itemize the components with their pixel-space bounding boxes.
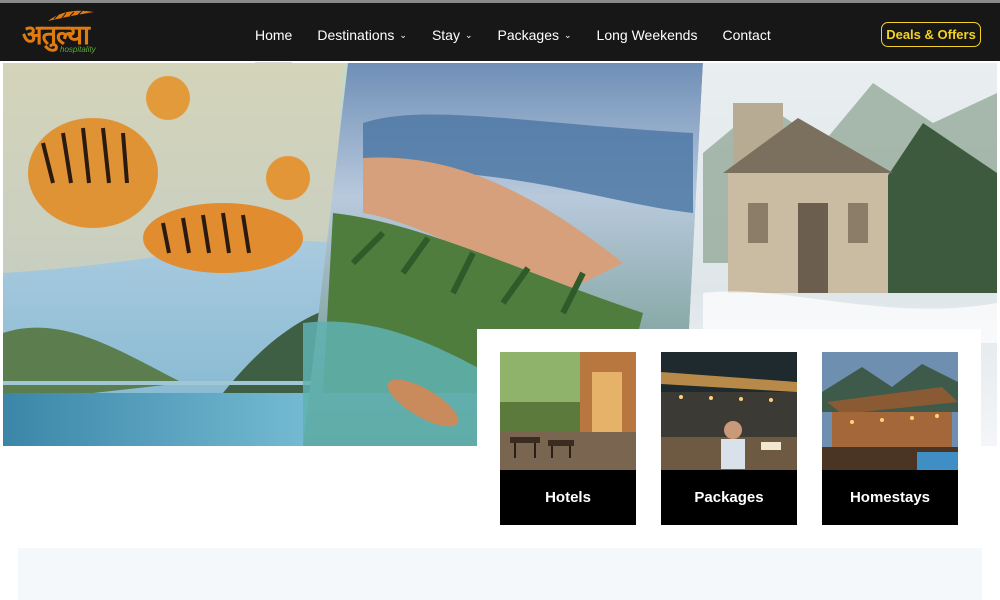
- category-label: Homestays: [822, 470, 958, 525]
- top-navbar: अतुल्या hospitality Home Destinations ⌄ …: [0, 3, 1000, 64]
- category-label: Hotels: [500, 470, 636, 525]
- nav-item-label: Home: [255, 27, 293, 43]
- mountain-homestay-photo: [822, 352, 958, 470]
- category-card-homestays[interactable]: Homestays: [822, 352, 958, 525]
- nav-item-stay[interactable]: Stay ⌄: [432, 6, 473, 64]
- nav-item-long-weekends[interactable]: Long Weekends: [597, 6, 698, 64]
- nav-item-label: Packages: [497, 27, 559, 43]
- nav-item-contact[interactable]: Contact: [722, 6, 770, 64]
- deals-offers-button[interactable]: Deals & Offers: [881, 22, 981, 47]
- chevron-down-icon: ⌄: [564, 29, 572, 40]
- logo-subtext: hospitality: [60, 45, 96, 54]
- tigers-panel: [3, 63, 348, 446]
- chevron-down-icon: ⌄: [399, 29, 407, 40]
- category-card-packages[interactable]: Packages: [661, 352, 797, 525]
- chevron-down-icon: ⌄: [464, 29, 473, 40]
- main-nav: Home Destinations ⌄ Stay ⌄ Packages ⌄ Lo…: [255, 6, 796, 64]
- content-section-background: [18, 548, 982, 600]
- nav-item-destinations[interactable]: Destinations ⌄: [317, 6, 407, 64]
- category-label: Packages: [661, 470, 797, 525]
- dining-deck-photo: [661, 352, 797, 470]
- category-card-hotels[interactable]: Hotels: [500, 352, 636, 525]
- category-cards: Hotels Packages Homestays: [477, 329, 981, 548]
- nav-item-packages[interactable]: Packages ⌄: [498, 6, 572, 64]
- nav-item-label: Destinations: [317, 27, 395, 43]
- hotel-terrace-photo: [500, 352, 636, 470]
- nav-item-label: Stay: [431, 27, 460, 43]
- nav-item-label: Contact: [722, 27, 771, 43]
- brand-logo[interactable]: अतुल्या hospitality: [20, 9, 110, 57]
- nav-item-label: Long Weekends: [596, 27, 698, 43]
- nav-item-home[interactable]: Home: [255, 6, 293, 64]
